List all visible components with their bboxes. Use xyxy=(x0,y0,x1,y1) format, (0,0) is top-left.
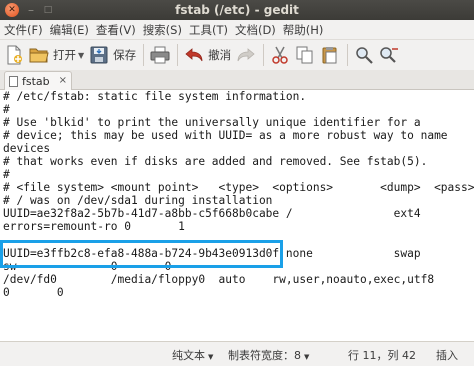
undo-icon xyxy=(184,45,204,65)
text-editor[interactable]: # /etc/fstab: static file system informa… xyxy=(0,90,474,341)
editor-line: # /etc/fstab: static file system informa… xyxy=(3,90,307,103)
insert-mode: 插入 xyxy=(436,349,458,362)
toolbar-separator xyxy=(143,44,145,66)
open-label: 打开 xyxy=(53,48,76,62)
document-icon xyxy=(9,75,18,87)
tab-width-label: 制表符宽度：8 xyxy=(228,349,301,362)
editor-line: # <file system> <mount point> <type> <op… xyxy=(3,181,474,194)
close-tab-icon[interactable]: × xyxy=(59,75,67,86)
save-label: 保存 xyxy=(113,48,137,62)
language-label: 纯文本 xyxy=(172,349,205,362)
save-button[interactable]: 保存 xyxy=(89,42,136,68)
editor-line: # xyxy=(3,168,10,181)
editor-line: # that works even if disks are added and… xyxy=(3,155,428,168)
find-button[interactable] xyxy=(354,42,374,68)
print-icon xyxy=(150,45,170,65)
editor-line: 0 0 xyxy=(3,286,64,299)
open-button[interactable]: 打开 ▼ xyxy=(29,42,84,68)
highlight-box xyxy=(0,240,283,268)
chevron-down-icon: ▼ xyxy=(304,353,310,361)
editor-line: # / was on /dev/sda1 during installation xyxy=(3,194,273,207)
editor-line: # device; this may be used with UUID= as… xyxy=(3,129,448,142)
paste-button[interactable] xyxy=(320,42,340,68)
chevron-down-icon: ▼ xyxy=(208,353,214,361)
chevron-down-icon[interactable]: ▼ xyxy=(78,51,84,60)
new-document-icon xyxy=(4,45,24,65)
menu-edit[interactable]: 编辑(E) xyxy=(50,22,89,38)
save-icon xyxy=(89,45,109,65)
menu-view[interactable]: 查看(V) xyxy=(96,22,136,38)
editor-line: # Use 'blkid' to print the universally u… xyxy=(3,116,421,129)
tab-label: fstab xyxy=(22,74,50,88)
scissors-icon xyxy=(270,45,290,65)
cursor-position: 行 11，列 42 xyxy=(348,349,416,362)
cut-button[interactable] xyxy=(270,42,290,68)
title-bar: ✕ – □ fstab (/etc) - gedit xyxy=(0,0,474,20)
menu-tools[interactable]: 工具(T) xyxy=(189,22,228,38)
folder-open-icon xyxy=(29,45,49,65)
search-icon xyxy=(354,45,374,65)
print-button[interactable] xyxy=(150,42,170,68)
editor-line: /dev/fd0 /media/floppy0 auto rw,user,noa… xyxy=(3,273,435,286)
menu-help[interactable]: 帮助(H) xyxy=(283,22,324,38)
status-bar: 纯文本 ▼ 制表符宽度：8 ▼ 行 11，列 42 插入 xyxy=(0,341,474,366)
redo-icon xyxy=(236,45,256,65)
toolbar-separator xyxy=(263,44,265,66)
toolbar-separator xyxy=(347,44,349,66)
tab-width-selector[interactable]: 制表符宽度：8 ▼ xyxy=(228,347,309,363)
window-title: fstab (/etc) - gedit xyxy=(175,3,299,17)
new-document-button[interactable] xyxy=(4,42,24,68)
copy-button[interactable] xyxy=(295,42,315,68)
redo-button xyxy=(236,42,256,68)
undo-label: 撤消 xyxy=(208,48,232,62)
menu-documents[interactable]: 文档(D) xyxy=(235,22,276,38)
editor-line: # xyxy=(3,103,10,116)
toolbar: 打开 ▼ 保存 撤消 xyxy=(0,40,474,70)
editor-line: errors=remount-ro 0 1 xyxy=(3,220,185,233)
undo-button[interactable]: 撤消 xyxy=(184,42,231,68)
search-replace-icon xyxy=(379,45,399,65)
editor-line: UUID=ae32f8a2-5b7b-41d7-a8bb-c5f668b0cab… xyxy=(3,207,421,220)
menu-search[interactable]: 搜索(S) xyxy=(143,22,182,38)
menu-bar: 文件(F) 编辑(E) 查看(V) 搜索(S) 工具(T) 文档(D) 帮助(H… xyxy=(0,20,474,40)
document-tab-strip: fstab × xyxy=(0,70,474,90)
replace-button[interactable] xyxy=(379,42,399,68)
paste-icon xyxy=(320,45,340,65)
toolbar-separator xyxy=(177,44,179,66)
menu-file[interactable]: 文件(F) xyxy=(4,22,43,38)
language-selector[interactable]: 纯文本 ▼ xyxy=(172,347,213,363)
editor-line: devices xyxy=(3,142,51,155)
tab-fstab[interactable]: fstab × xyxy=(4,71,72,90)
copy-icon xyxy=(295,45,315,65)
